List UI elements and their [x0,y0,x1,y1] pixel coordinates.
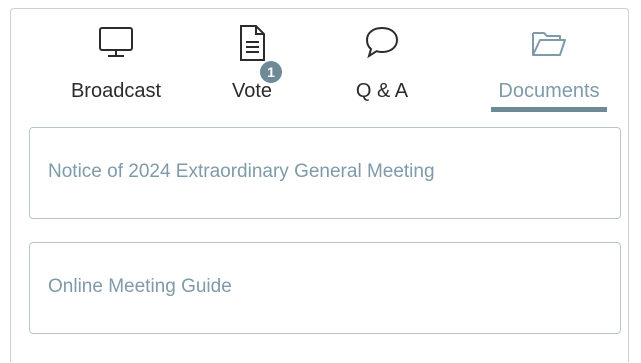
tab-broadcast-label: Broadcast [70,80,162,102]
tab-qa-label: Q & A [355,80,409,102]
tab-bar: Broadcast Vote Q & A Documents 1 [11,9,628,117]
document-item-egm-notice[interactable]: Notice of 2024 Extraordinary General Mee… [29,127,621,219]
tab-qa[interactable]: Q & A [317,17,447,117]
tab-documents[interactable]: Documents [484,17,614,117]
documents-panel: Broadcast Vote Q & A Documents 1 Notice … [10,8,629,362]
tab-vote[interactable]: Vote [187,17,317,117]
active-tab-indicator [491,107,607,112]
document-title: Notice of 2024 Extraordinary General Mee… [48,161,435,182]
monitor-icon [96,23,136,63]
document-item-meeting-guide[interactable]: Online Meeting Guide [29,242,621,334]
speech-bubble-icon [362,23,402,63]
document-icon [232,23,272,63]
vote-count-badge: 1 [260,61,282,83]
tab-vote-label: Vote [231,80,273,102]
tab-documents-label: Documents [498,80,600,102]
folder-open-icon [529,23,569,63]
tab-broadcast[interactable]: Broadcast [51,17,181,117]
document-title: Online Meeting Guide [48,276,232,297]
